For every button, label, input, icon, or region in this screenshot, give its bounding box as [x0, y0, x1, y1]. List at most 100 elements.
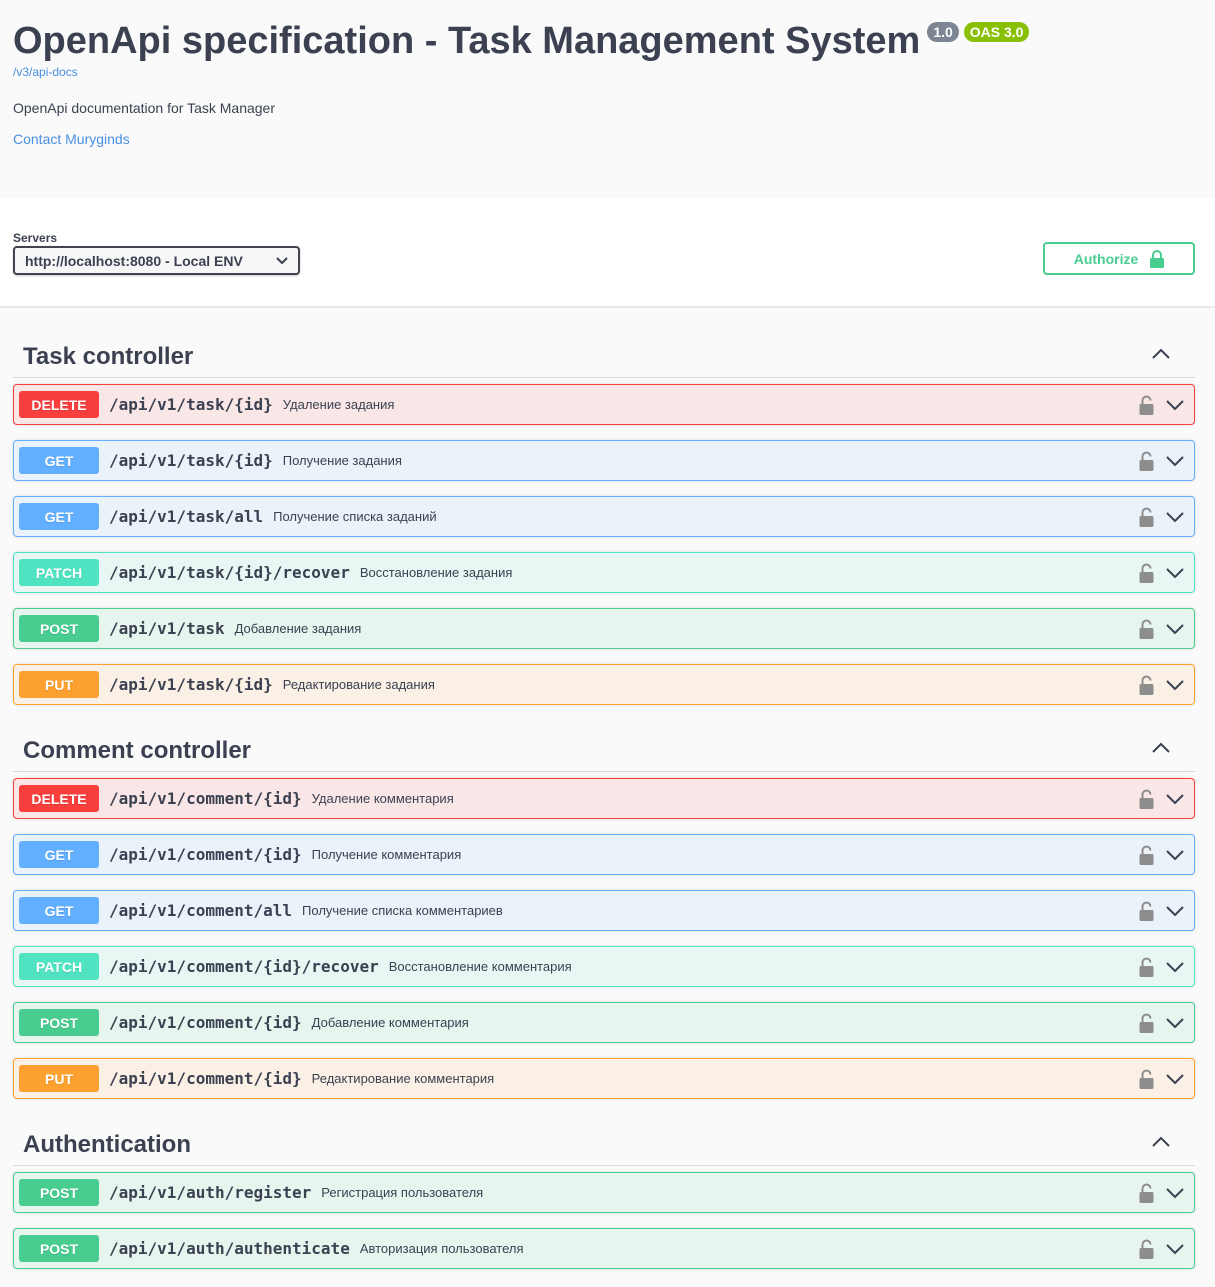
unlocked-icon[interactable]	[1139, 395, 1154, 415]
unlocked-icon[interactable]	[1139, 957, 1154, 977]
tag-title: Task controller	[23, 343, 194, 370]
unlocked-icon[interactable]	[1139, 563, 1154, 583]
chevron-up-icon[interactable]	[1151, 738, 1171, 758]
operation-row[interactable]: GET/api/v1/comment/{id} Получение коммент…	[13, 834, 1195, 875]
tag-section: Comment controller DELETE/api/v1/comment/…	[13, 724, 1195, 1099]
operation-summary: Добавление комментария	[311, 1015, 469, 1030]
version-badge: 1.0	[927, 22, 959, 42]
version-badges: 1.0 OAS 3.0	[927, 22, 1030, 42]
api-docs-link[interactable]: /v3/api-docs	[13, 65, 78, 79]
method-badge: PATCH	[19, 559, 99, 586]
method-badge: PUT	[19, 1065, 99, 1092]
title-row: OpenApi specification - Task Management …	[13, 16, 1030, 66]
operation-row[interactable]: GET/api/v1/task/{id} Получение задания	[13, 440, 1195, 481]
info-section: OpenApi specification - Task Management …	[0, 0, 1215, 198]
servers-label: Servers	[13, 231, 58, 245]
unlocked-icon[interactable]	[1139, 507, 1154, 527]
unlocked-icon[interactable]	[1139, 901, 1154, 921]
operations-list: DELETE/api/v1/comment/{id} Удаление комме…	[13, 778, 1195, 1099]
servers-select-value: http://localhost:8080 - Local ENV	[25, 252, 243, 269]
method-badge: GET	[19, 897, 99, 924]
unlocked-icon[interactable]	[1139, 619, 1154, 639]
chevron-down-icon[interactable]	[1166, 791, 1184, 807]
method-badge: PATCH	[19, 953, 99, 980]
chevron-down-icon[interactable]	[1166, 677, 1184, 693]
operation-summary: Получение задания	[282, 453, 402, 468]
unlocked-icon[interactable]	[1139, 451, 1154, 471]
operation-row[interactable]: POST/api/v1/auth/register Регистрация пол…	[13, 1172, 1195, 1213]
tag-header[interactable]: Authentication	[13, 1118, 1195, 1166]
chevron-down-icon[interactable]	[1166, 1071, 1184, 1087]
operation-summary: Получение списка комментариев	[302, 903, 503, 918]
chevron-down-icon[interactable]	[1166, 1185, 1184, 1201]
unlocked-icon[interactable]	[1139, 1183, 1154, 1203]
operation-path: /api/v1/task/{id}/recover	[109, 563, 350, 582]
operation-row[interactable]: GET/api/v1/comment/all Получение списка к…	[13, 890, 1195, 931]
method-badge: DELETE	[19, 391, 99, 418]
operation-path: /api/v1/auth/register	[109, 1183, 312, 1202]
operation-row[interactable]: DELETE/api/v1/comment/{id} Удаление комме…	[13, 778, 1195, 819]
chevron-down-icon[interactable]	[1166, 397, 1184, 413]
unlocked-icon[interactable]	[1139, 789, 1154, 809]
operation-row[interactable]: POST/api/v1/auth/authenticate Авторизация…	[13, 1228, 1195, 1269]
method-badge: POST	[19, 1009, 99, 1036]
operation-row[interactable]: PATCH/api/v1/comment/{id}/recover Восстан…	[13, 946, 1195, 987]
chevron-down-icon[interactable]	[1166, 847, 1184, 863]
operation-row[interactable]: PUT/api/v1/comment/{id} Редактирование ко…	[13, 1058, 1195, 1099]
oas-badge: OAS 3.0	[963, 22, 1030, 42]
operation-path: /api/v1/auth/authenticate	[109, 1239, 350, 1258]
operation-summary: Удаление комментария	[311, 791, 454, 806]
chevron-down-icon[interactable]	[1166, 1015, 1184, 1031]
operation-summary: Добавление задания	[234, 621, 362, 636]
operation-row[interactable]: PUT/api/v1/task/{id} Редактирование задан…	[13, 664, 1195, 705]
tag-section: Authentication POST/api/v1/auth/register Р…	[13, 1118, 1195, 1269]
operation-summary: Регистрация пользователя	[321, 1185, 484, 1200]
operation-summary: Восстановление комментария	[388, 959, 572, 974]
operation-summary: Редактирование задания	[282, 677, 435, 692]
operation-path: /api/v1/comment/{id}	[109, 789, 302, 808]
operation-path: /api/v1/comment/{id}/recover	[109, 957, 379, 976]
chevron-up-icon[interactable]	[1151, 344, 1171, 364]
operation-path: /api/v1/task/all	[109, 507, 264, 526]
operation-path: /api/v1/comment/{id}	[109, 1069, 302, 1088]
operation-summary: Получение комментария	[311, 847, 462, 862]
scheme-container: Servers http://localhost:8080 - Local EN…	[0, 198, 1215, 307]
unlocked-icon[interactable]	[1139, 1069, 1154, 1089]
unlocked-icon[interactable]	[1139, 675, 1154, 695]
servers-select[interactable]: http://localhost:8080 - Local ENV	[13, 246, 300, 275]
operation-row[interactable]: POST/api/v1/comment/{id} Добавление комме…	[13, 1002, 1195, 1043]
operation-row[interactable]: POST/api/v1/task Добавление задания	[13, 608, 1195, 649]
unlocked-icon[interactable]	[1139, 1013, 1154, 1033]
operation-row[interactable]: GET/api/v1/task/all Получение списка зада…	[13, 496, 1195, 537]
chevron-down-icon[interactable]	[1166, 1241, 1184, 1257]
operation-summary: Авторизация пользователя	[359, 1241, 524, 1256]
operation-row[interactable]: PATCH/api/v1/task/{id}/recover Восстановл…	[13, 552, 1195, 593]
chevron-down-icon[interactable]	[1166, 453, 1184, 469]
contact-link[interactable]: Contact Muryginds	[13, 131, 130, 147]
method-badge: GET	[19, 841, 99, 868]
unlocked-icon[interactable]	[1139, 1239, 1154, 1259]
operations-list: POST/api/v1/auth/register Регистрация пол…	[13, 1172, 1195, 1269]
chevron-down-icon[interactable]	[1166, 565, 1184, 581]
unlocked-icon[interactable]	[1139, 845, 1154, 865]
operations-list: DELETE/api/v1/task/{id} Удаление задания G…	[13, 384, 1195, 705]
operation-path: /api/v1/task	[109, 619, 225, 638]
operation-summary: Восстановление задания	[359, 565, 513, 580]
tag-header[interactable]: Comment controller	[13, 724, 1195, 772]
chevron-down-icon[interactable]	[1166, 903, 1184, 919]
operation-path: /api/v1/task/{id}	[109, 395, 273, 414]
method-badge: POST	[19, 1235, 99, 1262]
method-badge: POST	[19, 615, 99, 642]
authorize-button[interactable]: Authorize	[1043, 242, 1195, 275]
chevron-down-icon[interactable]	[1166, 621, 1184, 637]
chevron-down-icon	[276, 256, 288, 264]
tag-header[interactable]: Task controller	[13, 330, 1195, 378]
chevron-down-icon[interactable]	[1166, 509, 1184, 525]
method-badge: PUT	[19, 671, 99, 698]
operation-path: /api/v1/task/{id}	[109, 675, 273, 694]
operation-row[interactable]: DELETE/api/v1/task/{id} Удаление задания	[13, 384, 1195, 425]
chevron-up-icon[interactable]	[1151, 1132, 1171, 1152]
operation-summary: Редактирование комментария	[311, 1071, 495, 1086]
chevron-down-icon[interactable]	[1166, 959, 1184, 975]
tag-title: Authentication	[23, 1131, 191, 1158]
